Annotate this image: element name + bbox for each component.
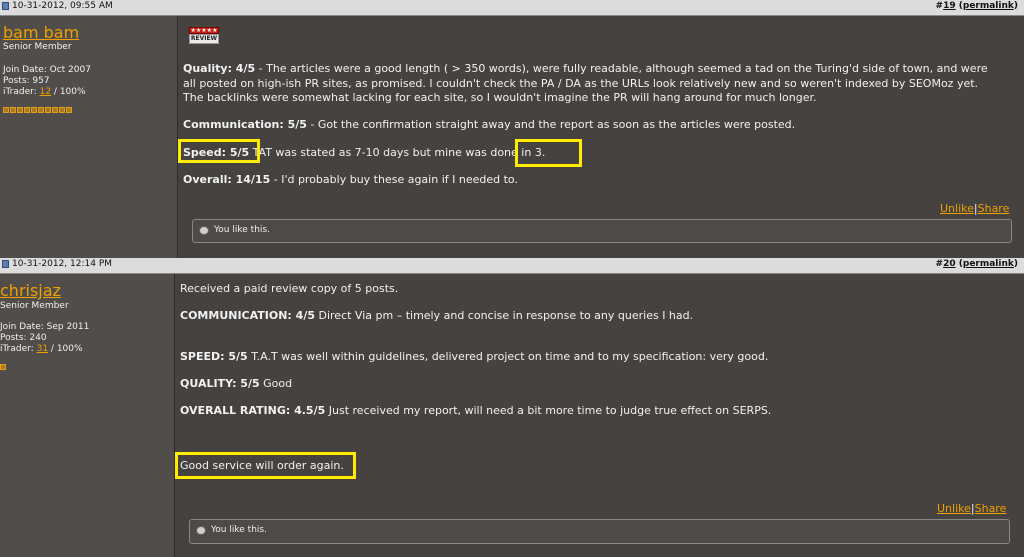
permalink-link[interactable]: permalink <box>963 259 1014 269</box>
communication-line: Communication: 5/5 - Got the confirmatio… <box>183 118 796 131</box>
post-date: 10-31-2012, 12:14 PM <box>12 259 113 269</box>
post-20: 10-31-2012, 12:14 PM #20 (permalink) chr… <box>0 258 1024 557</box>
itrader-link[interactable]: 12 <box>40 87 51 97</box>
you-like-this: You like this. <box>214 225 270 235</box>
itrader-score: iTrader: 12 / 100% <box>3 87 86 97</box>
quality-line-1: Quality: 4/5 - The articles were a good … <box>183 62 988 75</box>
post-content: Received a paid review copy of 5 posts. … <box>175 274 1024 557</box>
like-icon <box>196 526 206 535</box>
post-number-link[interactable]: 20 <box>943 259 956 269</box>
permalink-link[interactable]: permalink <box>963 1 1014 11</box>
username-link[interactable]: chrisjaz <box>0 281 61 300</box>
post-count: Posts: 957 <box>3 76 50 86</box>
highlight-box-speed <box>178 139 260 163</box>
itrader-link[interactable]: 31 <box>37 344 48 354</box>
speed-line: SPEED: 5/5 T.A.T was well within guideli… <box>180 350 769 363</box>
join-date: Join Date: Sep 2011 <box>0 322 90 332</box>
post-number-link[interactable]: 19 <box>943 1 956 11</box>
unlike-link[interactable]: Unlike <box>940 202 974 215</box>
intro-line: Received a paid review copy of 5 posts. <box>180 282 399 295</box>
overall-line: OVERALL RATING: 4.5/5 Just received my r… <box>180 404 772 417</box>
post-19: 10-31-2012, 09:55 AM #19 (permalink) bam… <box>0 0 1024 258</box>
post-number: #19 (permalink) <box>935 1 1018 11</box>
quality-line: QUALITY: 5/5 Good <box>180 377 293 390</box>
post-date: 10-31-2012, 09:55 AM <box>12 1 113 11</box>
user-title: Senior Member <box>3 42 72 52</box>
share-link[interactable]: Share <box>978 202 1010 215</box>
highlight-box-done <box>515 139 582 167</box>
communication-line: COMMUNICATION: 4/5 Direct Via pm – timel… <box>180 309 694 322</box>
user-info-pane: bam bam Senior Member Join Date: Oct 200… <box>0 16 178 258</box>
unlike-link[interactable]: Unlike <box>937 502 971 515</box>
like-bar: You like this. <box>192 219 1012 243</box>
post-count: Posts: 240 <box>0 333 47 343</box>
star-rating-icon: ★★★★★ <box>189 27 219 34</box>
reputation-bar[interactable] <box>3 98 73 113</box>
post-header: 10-31-2012, 09:55 AM #19 (permalink) <box>0 0 1024 16</box>
post-icon <box>2 260 9 268</box>
review-badge: ★★★★★ REVIEW <box>189 27 219 44</box>
quality-line-3: The backlinks were somewhat lacking for … <box>183 91 817 104</box>
like-icon <box>199 226 209 235</box>
join-date: Join Date: Oct 2007 <box>3 65 91 75</box>
you-like-this: You like this. <box>211 525 267 535</box>
highlight-box-closing <box>175 452 356 479</box>
itrader-score: iTrader: 31 / 100% <box>0 344 83 354</box>
post-actions: Unlike|Share <box>940 202 1010 215</box>
post-actions: Unlike|Share <box>937 502 1007 515</box>
share-link[interactable]: Share <box>975 502 1007 515</box>
post-number: #20 (permalink) <box>935 259 1018 269</box>
user-info-pane: chrisjaz Senior Member Join Date: Sep 20… <box>0 274 175 557</box>
like-bar: You like this. <box>189 519 1010 544</box>
post-content: ★★★★★ REVIEW Quality: 4/5 - The articles… <box>178 16 1024 258</box>
reputation-bar[interactable] <box>0 355 7 370</box>
user-title: Senior Member <box>0 301 69 311</box>
quality-line-2: all posted on high-ish PR sites, as prom… <box>183 77 979 90</box>
post-icon <box>2 2 9 10</box>
overall-line: Overall: 14/15 - I'd probably buy these … <box>183 173 518 186</box>
username-link[interactable]: bam bam <box>3 23 79 42</box>
post-header: 10-31-2012, 12:14 PM #20 (permalink) <box>0 258 1024 274</box>
